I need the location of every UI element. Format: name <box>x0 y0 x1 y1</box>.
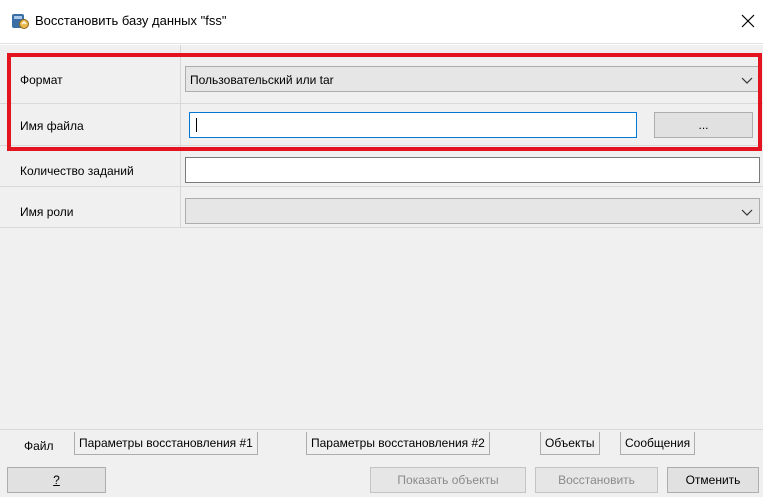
tab-restore-options-1[interactable]: Параметры восстановления #1 <box>74 432 258 455</box>
help-label: ? <box>53 473 60 487</box>
tab-strip: Файл Параметры восстановления #1 Парамет… <box>0 429 763 458</box>
tab-file[interactable]: Файл <box>20 430 58 458</box>
file-tab-panel: Формат Пользовательский или tar Имя файл… <box>0 45 763 429</box>
show-objects-button[interactable]: Показать объекты <box>370 467 526 493</box>
role-select[interactable] <box>185 198 760 224</box>
chevron-down-icon <box>741 77 753 84</box>
browse-button[interactable]: ... <box>654 112 753 138</box>
title-bar: Восстановить базу данных "fss" <box>0 0 763 44</box>
restore-button[interactable]: Восстановить <box>535 467 658 493</box>
chevron-down-icon <box>741 209 753 216</box>
close-button[interactable] <box>735 6 761 36</box>
text-caret <box>196 118 197 132</box>
row-divider <box>0 186 763 187</box>
close-icon <box>741 14 755 28</box>
tab-label: Файл <box>24 439 54 453</box>
jobs-label: Количество заданий <box>20 164 134 178</box>
pgadmin-restore-icon <box>12 14 29 29</box>
tab-label: Объекты <box>545 436 595 450</box>
label-column-divider <box>180 45 181 227</box>
window-title: Восстановить базу данных "fss" <box>35 13 227 28</box>
filename-input[interactable] <box>189 112 637 138</box>
help-button[interactable]: ? <box>7 467 106 493</box>
tab-label: Параметры восстановления #1 <box>79 436 253 450</box>
jobs-input[interactable] <box>185 157 760 183</box>
tab-label: Сообщения <box>625 436 691 450</box>
tab-restore-options-2[interactable]: Параметры восстановления #2 <box>306 432 490 455</box>
format-select[interactable]: Пользовательский или tar <box>185 66 760 92</box>
tab-messages[interactable]: Сообщения <box>620 432 696 455</box>
tab-label: Параметры восстановления #2 <box>311 436 485 450</box>
cancel-button[interactable]: Отменить <box>667 467 759 493</box>
button-bar: ? Показать объекты Восстановить Отменить <box>0 457 763 497</box>
row-divider <box>0 103 763 104</box>
role-label: Имя роли <box>20 205 74 219</box>
row-divider <box>0 227 763 228</box>
filename-label: Имя файла <box>20 119 84 133</box>
format-value: Пользовательский или tar <box>190 73 334 87</box>
format-label: Формат <box>20 73 63 87</box>
tab-objects[interactable]: Объекты <box>540 432 600 455</box>
row-divider <box>0 145 763 146</box>
